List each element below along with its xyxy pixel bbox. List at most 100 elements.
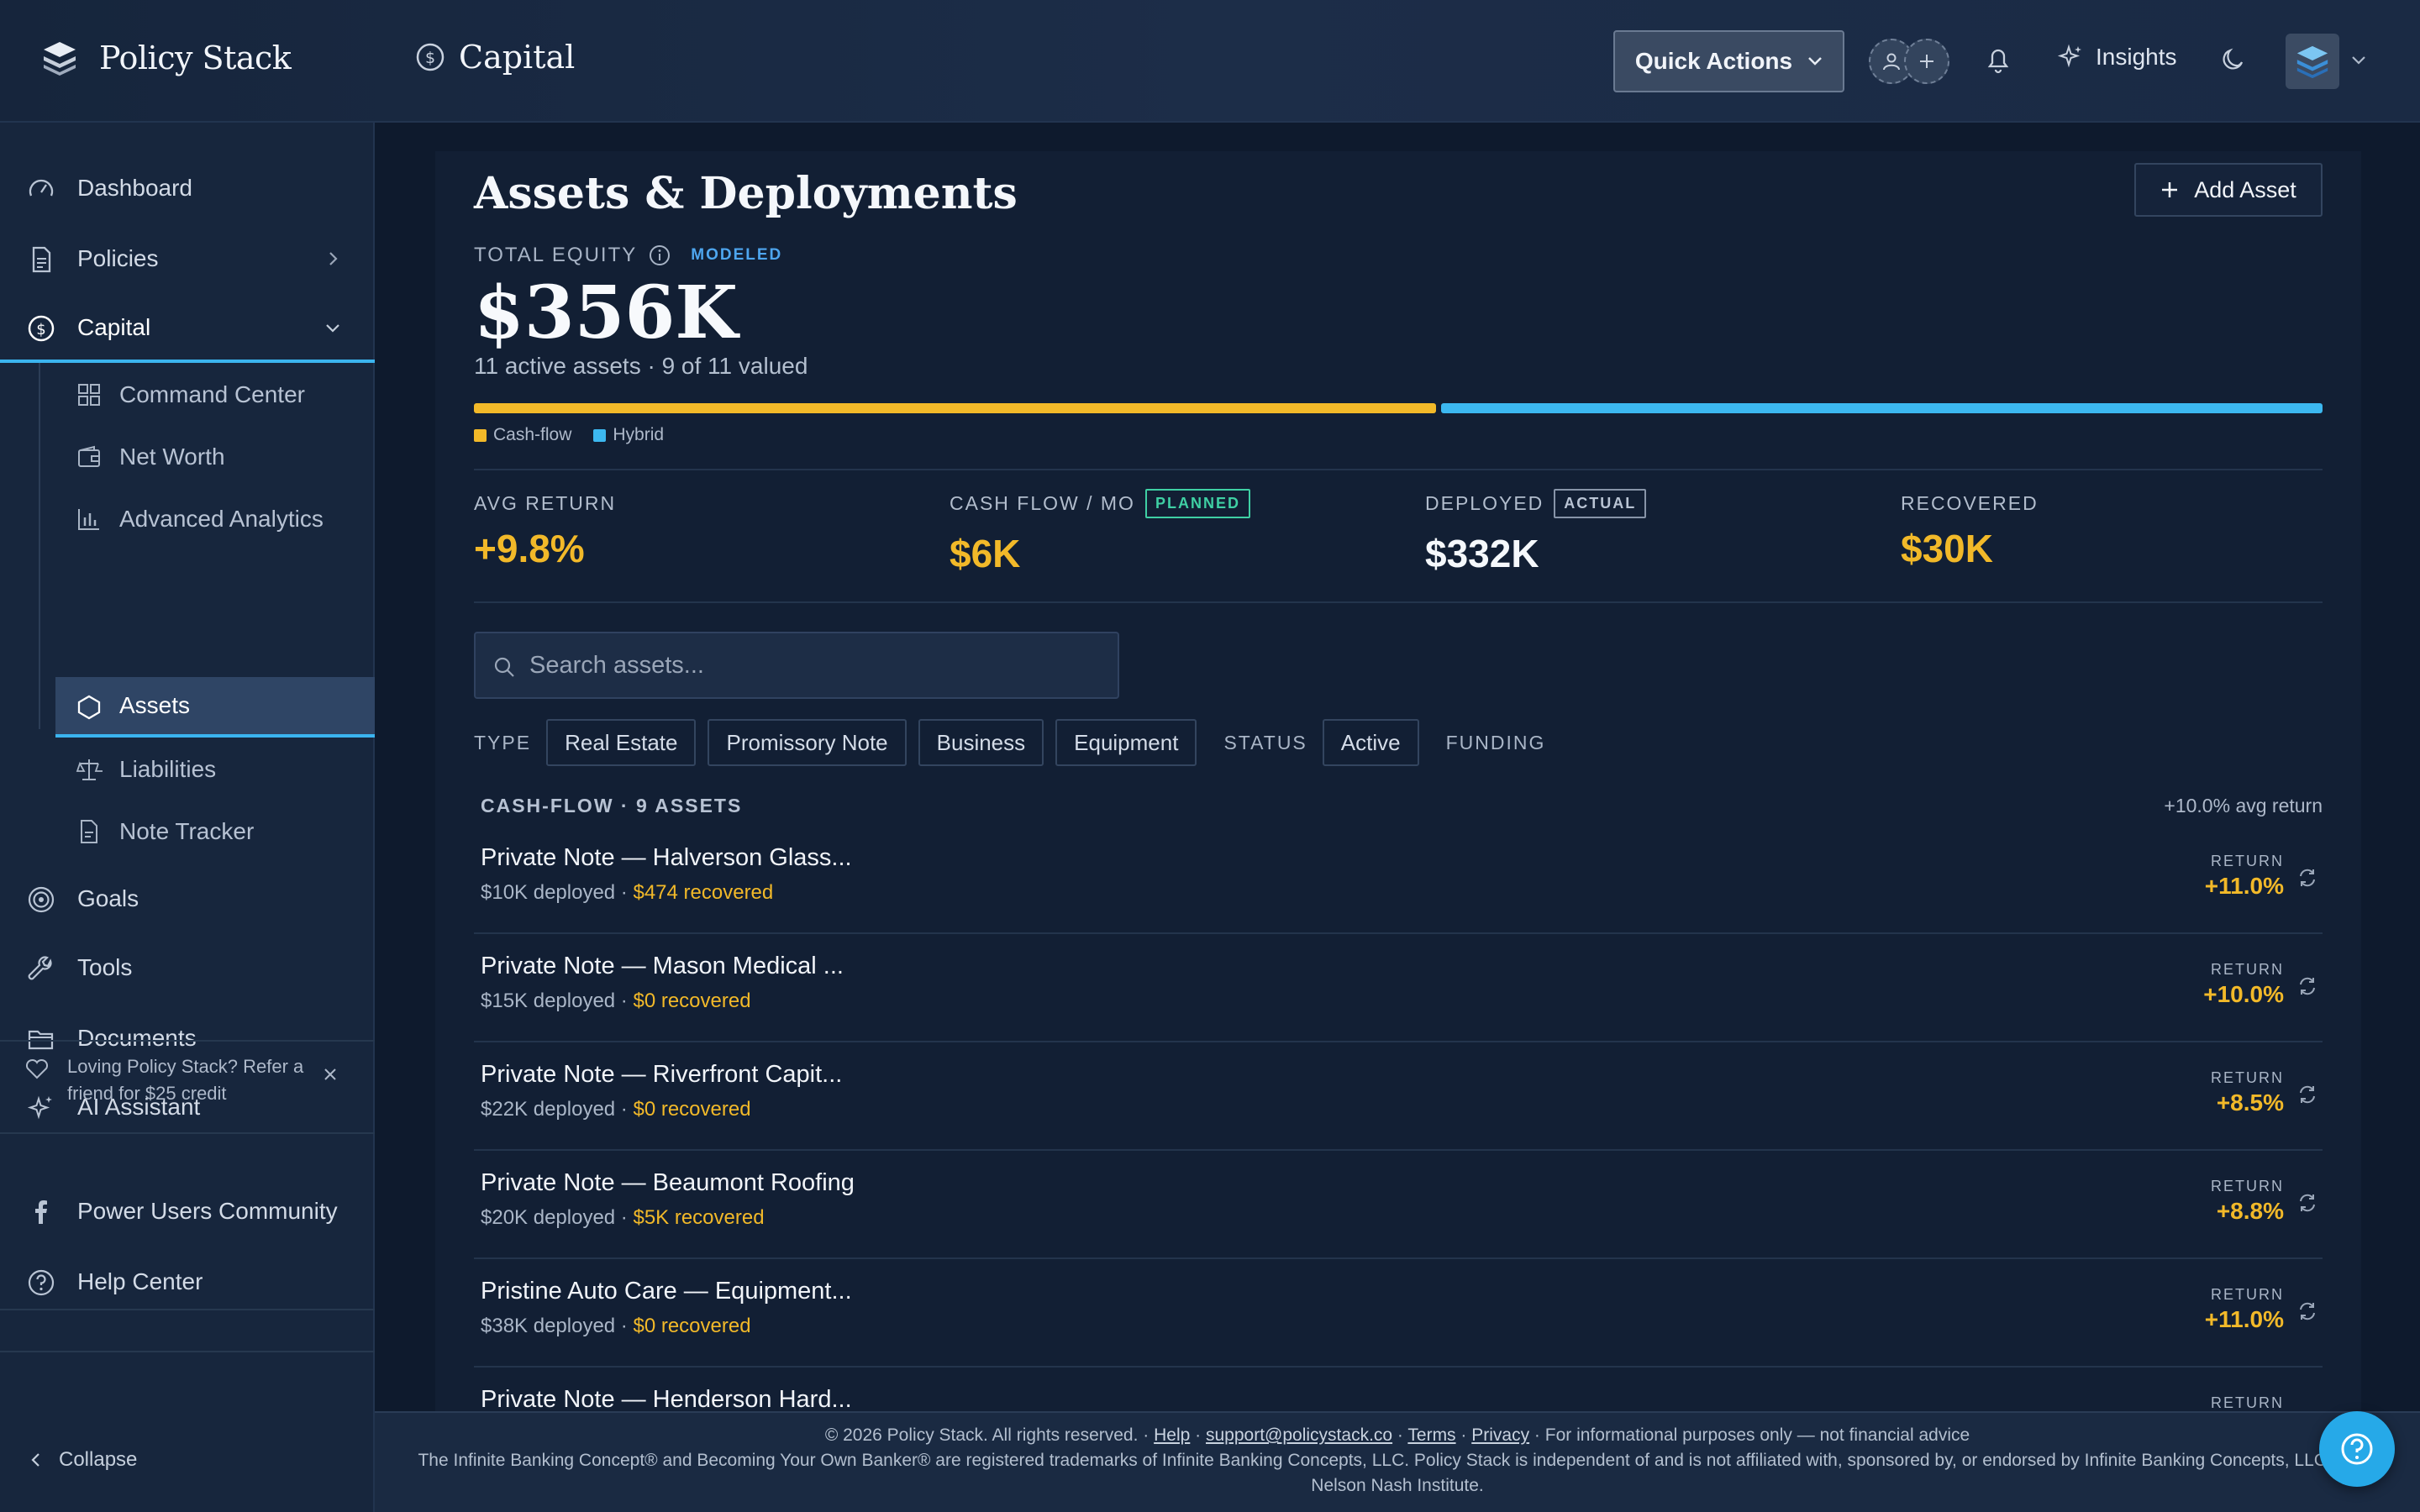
- search-box[interactable]: [474, 632, 1119, 699]
- gauge-icon: [27, 175, 55, 203]
- asset-deployed: $15K deployed ·: [481, 990, 634, 1012]
- terms-link[interactable]: Terms: [1407, 1425, 1455, 1445]
- stat-cash-flow: CASH FLOW / MO PLANNED $6K: [950, 488, 1250, 576]
- asset-return: +8.5%: [2216, 1089, 2284, 1116]
- sidebar-item-label: Net Worth: [119, 444, 225, 470]
- filter-chip-active[interactable]: Active: [1322, 719, 1419, 766]
- sidebar-item-policies[interactable]: Policies: [0, 232, 375, 286]
- heart-icon: [25, 1058, 49, 1080]
- asset-recovered: $474 recovered: [633, 881, 774, 904]
- close-icon[interactable]: [323, 1067, 338, 1082]
- sidebar-item-capital[interactable]: $ Capital: [0, 301, 375, 354]
- chevron-right-icon: [328, 250, 339, 267]
- filter-bar: TYPE Real Estate Promissory Note Busines…: [474, 719, 1545, 766]
- wrench-icon: [27, 954, 55, 983]
- asset-return: +10.0%: [2203, 981, 2284, 1007]
- return-label: RETURN: [2211, 1178, 2284, 1194]
- add-asset-button[interactable]: Add Asset: [2134, 163, 2323, 217]
- return-label: RETURN: [2211, 853, 2284, 869]
- stat-recovered: RECOVERED $30K: [1901, 491, 2039, 571]
- profile-avatar[interactable]: [2286, 34, 2339, 89]
- help-link[interactable]: Help: [1154, 1425, 1190, 1445]
- sidebar-item-label: Tools: [77, 954, 133, 980]
- refresh-icon[interactable]: [2297, 868, 2317, 888]
- asset-recovered: $0 recovered: [633, 1098, 751, 1121]
- help-fab-button[interactable]: [2319, 1411, 2395, 1487]
- collapse-label: Collapse: [59, 1448, 138, 1471]
- add-asset-label: Add Asset: [2194, 176, 2296, 202]
- sidebar-item-label: Advanced Analytics: [119, 506, 324, 532]
- sidebar-item-label: Goals: [77, 885, 139, 911]
- funding-filter-label[interactable]: FUNDING: [1446, 732, 1546, 754]
- total-equity-label: TOTAL EQUITY MODELED: [474, 244, 782, 267]
- referral-banner[interactable]: Loving Policy Stack? Refer a friend for …: [25, 1053, 361, 1121]
- search-icon: [492, 655, 516, 679]
- sidebar-item-dashboard[interactable]: Dashboard: [0, 161, 375, 215]
- quick-actions-button[interactable]: Quick Actions: [1613, 30, 1844, 92]
- collapse-button[interactable]: Collapse: [30, 1448, 137, 1472]
- sidebar-item-power-users-community[interactable]: Power Users Community: [0, 1184, 375, 1238]
- sidebar-item-tools[interactable]: Tools: [0, 941, 375, 995]
- cash-flow-allocation-bar: [474, 403, 1436, 413]
- asset-row[interactable]: Private Note — Beaumont Roofing $20K dep…: [474, 1151, 2323, 1259]
- trademark-notice: The Infinite Banking Concept® and Becomi…: [418, 1451, 2377, 1495]
- asset-row[interactable]: Pristine Auto Care — Equipment... $38K d…: [474, 1259, 2323, 1368]
- asset-recovered: $0 recovered: [633, 1315, 751, 1337]
- asset-row[interactable]: Private Note — Halverson Glass... $10K d…: [474, 826, 2323, 934]
- refresh-icon[interactable]: [2297, 1193, 2317, 1213]
- bell-icon[interactable]: [1985, 45, 2012, 74]
- legend-label: Cash-flow: [493, 425, 572, 444]
- equity-subtitle: 11 active assets · 9 of 11 valued: [474, 353, 808, 379]
- chevron-down-icon[interactable]: [2351, 55, 2366, 66]
- sidebar-item-label: Help Center: [77, 1268, 203, 1294]
- support-email-link[interactable]: support@policystack.co: [1206, 1425, 1392, 1445]
- stat-value: +9.8%: [474, 527, 585, 570]
- dollar-circle-icon: $: [27, 314, 55, 343]
- stat-label: RECOVERED: [1901, 491, 2039, 514]
- referral-text: Loving Policy Stack? Refer a friend for …: [67, 1056, 304, 1104]
- asset-summary: $20K deployed · $5K recovered: [481, 1206, 765, 1230]
- sidebar-item-liabilities[interactable]: Liabilities: [55, 739, 375, 800]
- return-label: RETURN: [2211, 1286, 2284, 1303]
- return-label: RETURN: [2211, 961, 2284, 978]
- group-avg-return: +10.0% avg return: [2164, 795, 2323, 816]
- return-label: RETURN: [2211, 1394, 2284, 1411]
- swatch: [474, 428, 487, 442]
- info-icon[interactable]: [649, 244, 671, 266]
- privacy-link[interactable]: Privacy: [1471, 1425, 1529, 1445]
- sidebar-item-note-tracker[interactable]: Note Tracker: [55, 801, 375, 862]
- filter-chip-promissory-note[interactable]: Promissory Note: [708, 719, 907, 766]
- filter-chip-business[interactable]: Business: [918, 719, 1044, 766]
- refresh-icon[interactable]: [2297, 1084, 2317, 1105]
- moon-icon[interactable]: [2220, 45, 2247, 72]
- refresh-icon[interactable]: [2297, 1301, 2317, 1321]
- refresh-icon[interactable]: [2297, 976, 2317, 996]
- facebook-icon: [27, 1198, 55, 1226]
- asset-row[interactable]: Private Note — Riverfront Capit... $22K …: [474, 1042, 2323, 1151]
- sidebar-item-command-center[interactable]: Command Center: [55, 365, 375, 425]
- sidebar-item-net-worth[interactable]: Net Worth: [55, 427, 375, 487]
- sidebar-item-advanced-analytics[interactable]: Advanced Analytics: [55, 489, 375, 549]
- grid-icon: [76, 381, 103, 408]
- sidebar-item-help-center[interactable]: Help Center: [0, 1255, 375, 1309]
- sparkles-icon: [2057, 44, 2084, 71]
- filter-chip-equipment[interactable]: Equipment: [1055, 719, 1197, 766]
- sidebar: Dashboard Policies $ Capital Command Cen…: [0, 123, 375, 1512]
- insights-button[interactable]: Insights: [2057, 44, 2177, 71]
- search-input[interactable]: [529, 647, 1101, 684]
- sidebar-item-goals[interactable]: Goals: [0, 872, 375, 926]
- asset-deployed: $22K deployed ·: [481, 1098, 634, 1121]
- asset-recovered: $5K recovered: [633, 1206, 765, 1229]
- app-name: Policy Stack: [99, 39, 292, 76]
- brand[interactable]: Policy Stack: [40, 39, 292, 77]
- copyright: © 2026 Policy Stack. All rights reserved…: [824, 1425, 1155, 1445]
- asset-row[interactable]: Private Note — Mason Medical ... $15K de…: [474, 934, 2323, 1042]
- dollar-circle-icon: $: [415, 42, 445, 72]
- sidebar-item-assets[interactable]: Assets: [55, 677, 375, 738]
- chevron-down-icon: [324, 323, 341, 334]
- sidebar-item-label: Dashboard: [77, 175, 192, 201]
- stat-value: $6K: [950, 532, 1021, 575]
- filter-chip-real-estate[interactable]: Real Estate: [546, 719, 697, 766]
- invite-users-button[interactable]: [1869, 39, 1949, 84]
- section-name: Capital: [459, 39, 576, 76]
